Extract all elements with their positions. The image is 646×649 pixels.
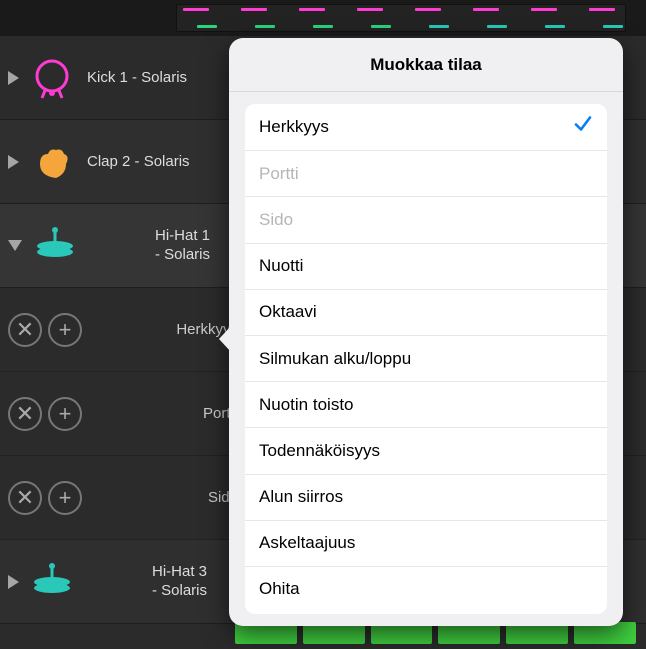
option-label: Askeltaajuus xyxy=(259,533,355,553)
app-window: Kick 1 - Solaris Clap 2 - Solaris xyxy=(0,0,646,649)
remove-icon[interactable]: ✕ xyxy=(8,313,42,347)
remove-icon[interactable]: ✕ xyxy=(8,481,42,515)
track-name: Hi-Hat 1 - Solaris xyxy=(90,227,210,265)
param-label: Sido xyxy=(118,489,238,506)
option-label: Ohita xyxy=(259,579,300,599)
option-herkkyys[interactable]: Herkkyys xyxy=(245,104,607,150)
option-alun-siirros[interactable]: Alun siirros xyxy=(245,474,607,520)
track-name: Clap 2 - Solaris xyxy=(87,153,207,170)
option-label: Portti xyxy=(259,164,299,184)
clip-overview[interactable] xyxy=(176,4,626,32)
option-nuotti[interactable]: Nuotti xyxy=(245,243,607,289)
track-name: Hi-Hat 3 - Solaris xyxy=(87,563,207,601)
track-name: Kick 1 - Solaris xyxy=(87,69,207,86)
option-portti: Portti xyxy=(245,150,607,196)
disclosure-icon[interactable] xyxy=(8,240,22,251)
option-ohita[interactable]: Ohita xyxy=(245,566,607,612)
hihat-icon xyxy=(27,557,77,607)
option-label: Sido xyxy=(259,210,293,230)
popover-arrow xyxy=(219,326,231,352)
disclosure-icon[interactable] xyxy=(8,71,19,85)
edit-mode-popover: Muokkaa tilaa Herkkyys Portti Sido Nuotti Ok… xyxy=(229,38,623,626)
option-silmukan-alku-loppu[interactable]: Silmukan alku/loppu xyxy=(245,335,607,381)
check-icon xyxy=(573,115,593,140)
add-icon[interactable]: + xyxy=(48,313,82,347)
option-label: Alun siirros xyxy=(259,487,343,507)
hihat-icon xyxy=(30,221,80,271)
param-label: Portti xyxy=(118,405,238,422)
remove-icon[interactable]: ✕ xyxy=(8,397,42,431)
option-label: Silmukan alku/loppu xyxy=(259,349,411,369)
option-label: Todennäköisyys xyxy=(259,441,380,461)
option-label: Nuotti xyxy=(259,256,303,276)
option-askeltaajuus[interactable]: Askeltaajuus xyxy=(245,520,607,566)
kick-icon xyxy=(27,53,77,103)
option-sido: Sido xyxy=(245,196,607,242)
add-icon[interactable]: + xyxy=(48,481,82,515)
option-nuotin-toisto[interactable]: Nuotin toisto xyxy=(245,381,607,427)
option-label: Oktaavi xyxy=(259,302,317,322)
option-label: Herkkyys xyxy=(259,117,329,137)
popover-title: Muokkaa tilaa xyxy=(229,38,623,92)
add-icon[interactable]: + xyxy=(48,397,82,431)
option-todenn-k-isyys[interactable]: Todennäköisyys xyxy=(245,427,607,473)
option-label: Nuotin toisto xyxy=(259,395,354,415)
option-oktaavi[interactable]: Oktaavi xyxy=(245,289,607,335)
option-list: Herkkyys Portti Sido Nuotti Oktaavi Silmukan … xyxy=(245,104,607,614)
disclosure-icon[interactable] xyxy=(8,575,19,589)
timeline-bar xyxy=(0,0,646,36)
clap-icon xyxy=(27,137,77,187)
disclosure-icon[interactable] xyxy=(8,155,19,169)
